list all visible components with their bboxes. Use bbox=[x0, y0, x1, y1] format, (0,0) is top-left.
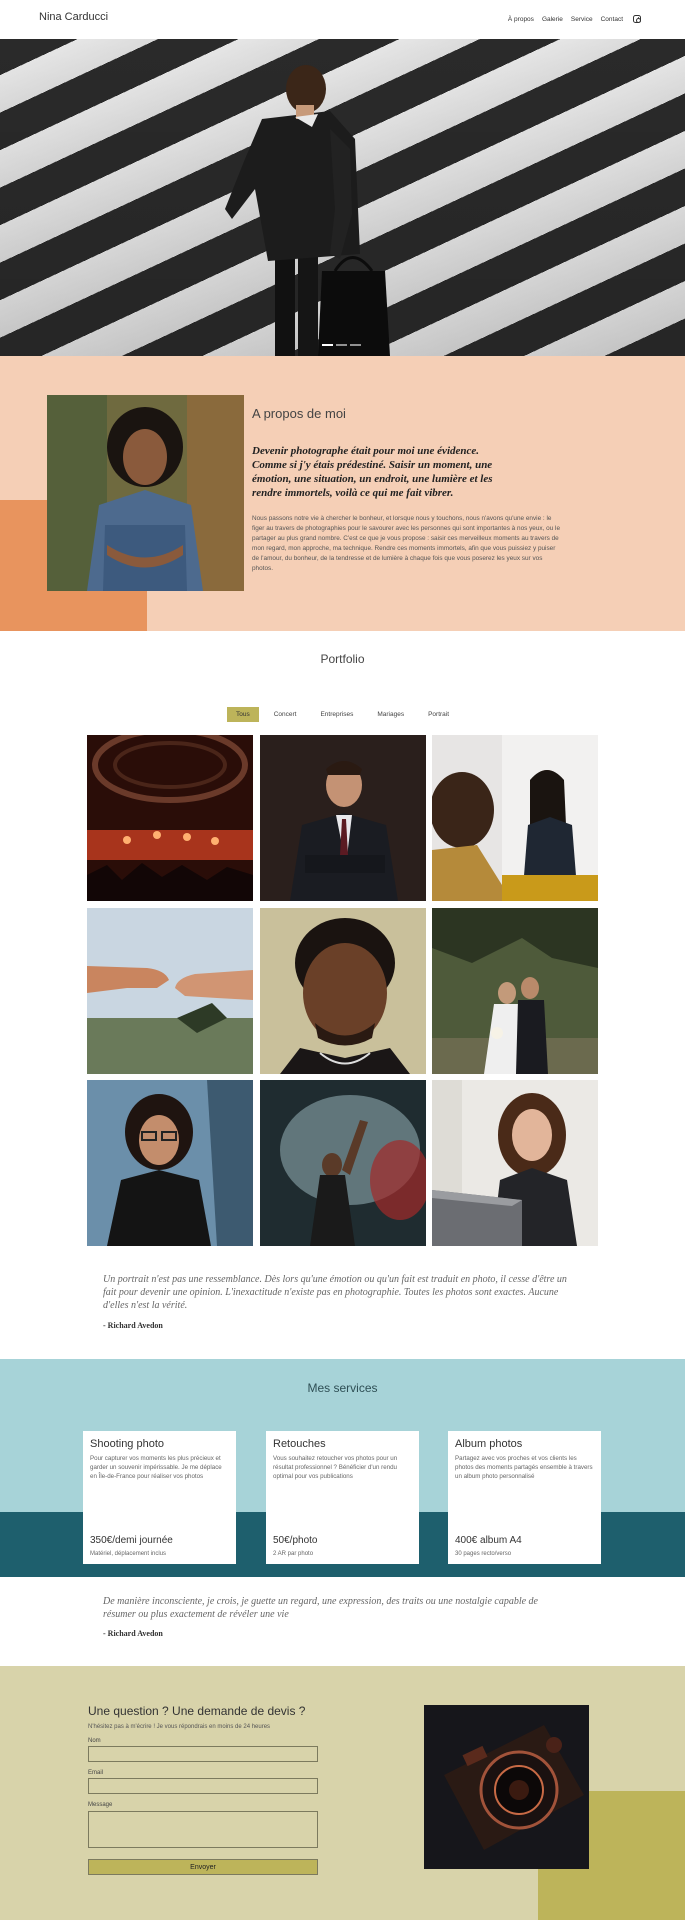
carousel-dot-3[interactable] bbox=[350, 344, 361, 346]
service-card-note: 30 pages recto/verso bbox=[455, 1551, 512, 1557]
services-title: Mes services bbox=[307, 1381, 378, 1395]
name-label: Nom bbox=[88, 1738, 101, 1744]
gallery-photo-man-portrait[interactable] bbox=[259, 907, 426, 1074]
service-card-description: Partagez avec vos proches et vos clients… bbox=[455, 1455, 593, 1480]
service-card-note: Matériel, déplacement inclus bbox=[90, 1551, 167, 1557]
service-card-title: Album photos bbox=[455, 1438, 523, 1450]
submit-button[interactable]: Envoyer bbox=[88, 1859, 318, 1875]
email-input[interactable] bbox=[88, 1778, 318, 1794]
name-input[interactable] bbox=[88, 1746, 318, 1762]
contact-title: Une question ? Une demande de devis ? bbox=[88, 1704, 306, 1718]
contact-subtitle: N'hésitez pas à m'écrire ! Je vous répon… bbox=[88, 1724, 271, 1730]
services-section: Mes services Shooting photo Pour capture… bbox=[0, 1359, 685, 1577]
contact-section: Une question ? Une demande de devis ? N'… bbox=[0, 1666, 685, 1920]
service-card-description: Pour capturer vos moments les plus préci… bbox=[90, 1455, 222, 1480]
service-card-shooting: Shooting photo Pour capturer vos moments… bbox=[83, 1431, 236, 1564]
service-card-retouches: Retouches Vous souhaitez retoucher vos p… bbox=[266, 1431, 419, 1564]
quote-2-author: - Richard Avedon bbox=[103, 1629, 163, 1638]
service-card-price: 350€/demi journée bbox=[90, 1535, 173, 1546]
filter-concert[interactable]: Concert bbox=[265, 707, 306, 722]
quote-1-text: Un portrait n'est pas une ressemblance. … bbox=[103, 1274, 567, 1311]
service-card-album: Album photos Partagez avec vos proches e… bbox=[448, 1431, 601, 1564]
instagram-icon[interactable] bbox=[633, 15, 641, 23]
contact-camera-photo bbox=[424, 1705, 589, 1869]
about-text: Nous passons notre vie à chercher le bon… bbox=[252, 515, 560, 572]
portfolio-grid bbox=[87, 735, 598, 1246]
quote-1-author: - Richard Avedon bbox=[103, 1321, 163, 1330]
service-card-note: 2 AR par photo bbox=[273, 1551, 314, 1557]
filter-business[interactable]: Entreprises bbox=[311, 707, 362, 722]
service-card-price: 50€/photo bbox=[273, 1535, 318, 1546]
nav-link-contact[interactable]: Contact bbox=[601, 16, 623, 23]
gallery-photo-concert-stage[interactable] bbox=[87, 735, 253, 901]
service-card-price: 400€ album A4 bbox=[455, 1535, 522, 1546]
carousel-dot-2[interactable] bbox=[336, 344, 347, 346]
gallery-photo-business-meeting[interactable] bbox=[432, 735, 598, 901]
portfolio-title: Portfolio bbox=[320, 652, 365, 666]
site-header: Nina Carducci À propos Galerie Service C… bbox=[0, 0, 685, 39]
message-textarea[interactable] bbox=[88, 1811, 318, 1848]
filter-all[interactable]: Tous bbox=[226, 707, 259, 722]
gallery-photo-wedding-couple[interactable] bbox=[432, 907, 598, 1074]
nav-link-gallery[interactable]: Galerie bbox=[542, 16, 563, 23]
brand-name[interactable]: Nina Carducci bbox=[39, 11, 108, 23]
gallery-photo-woman-laptop[interactable] bbox=[432, 1080, 598, 1246]
gallery-photo-concert-smoke[interactable] bbox=[259, 1080, 426, 1246]
about-section: A propos de moi Devenir photographe étai… bbox=[0, 356, 685, 631]
carousel-dot-1[interactable] bbox=[322, 344, 333, 346]
service-card-title: Shooting photo bbox=[90, 1438, 165, 1450]
filter-weddings[interactable]: Mariages bbox=[368, 707, 413, 722]
gallery-photo-woman-glasses[interactable] bbox=[87, 1080, 253, 1246]
main-nav: À propos Galerie Service Contact bbox=[508, 15, 641, 23]
portfolio-filters: Tous Concert Entreprises Mariages Portra… bbox=[0, 707, 685, 722]
gallery-photo-reaching-hands[interactable] bbox=[87, 907, 253, 1074]
nav-link-about[interactable]: À propos bbox=[508, 16, 534, 23]
nav-link-service[interactable]: Service bbox=[571, 16, 593, 23]
message-label: Message bbox=[88, 1802, 113, 1808]
quote-2-text: De manière inconsciente, je crois, je gu… bbox=[103, 1596, 538, 1620]
filter-portrait[interactable]: Portrait bbox=[419, 707, 458, 722]
carousel-indicators bbox=[322, 344, 361, 346]
about-quote: Devenir photographe était pour moi une é… bbox=[252, 445, 493, 499]
service-card-title: Retouches bbox=[273, 1438, 326, 1450]
email-label: Email bbox=[88, 1770, 104, 1776]
hero-photo-man-walking bbox=[225, 65, 390, 356]
about-portrait-photo bbox=[47, 395, 244, 591]
gallery-photo-businessman[interactable] bbox=[259, 735, 426, 901]
hero-carousel[interactable] bbox=[0, 39, 685, 356]
about-title: A propos de moi bbox=[252, 406, 346, 421]
service-card-description: Vous souhaitez retoucher vos photos pour… bbox=[273, 1455, 398, 1480]
